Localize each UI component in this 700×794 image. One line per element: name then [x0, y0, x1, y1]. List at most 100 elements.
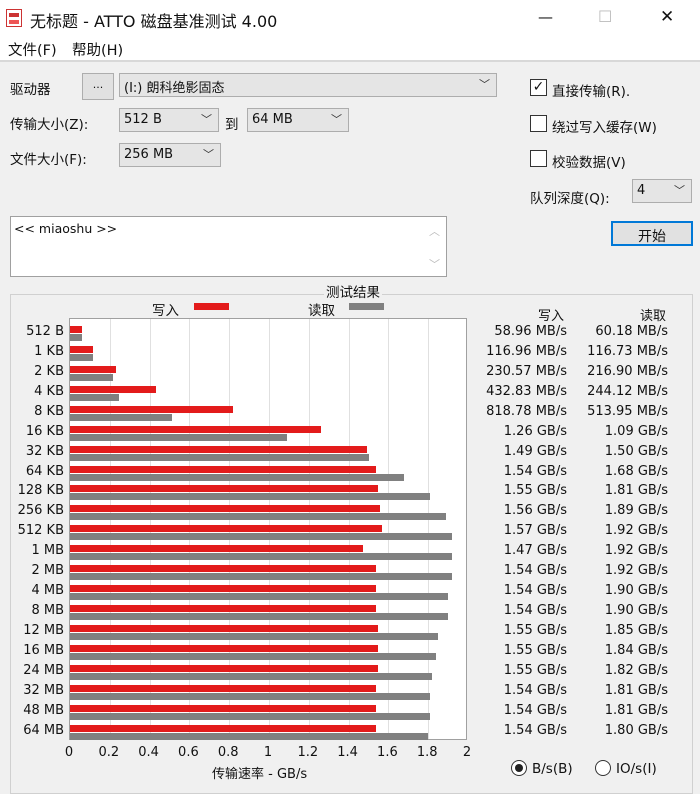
category-label: 12 MB [23, 622, 64, 638]
verify-checkbox[interactable] [530, 150, 547, 167]
write-bar [70, 326, 82, 333]
read-bar [70, 553, 453, 561]
read-bar [70, 473, 405, 481]
write-value: 818.78 MB/s [486, 403, 567, 419]
write-bar [70, 365, 116, 373]
write-bar [70, 605, 377, 613]
drive-value: (I:) 朗科绝影固态 [124, 81, 225, 96]
read-value: 1.90 GB/s [604, 583, 668, 599]
queue-depth-value: 4 [637, 183, 646, 198]
direct-io-label: 直接传输(R). [552, 84, 631, 100]
write-bar [70, 465, 377, 473]
write-bar [70, 664, 379, 672]
category-label: 4 MB [31, 583, 64, 599]
drive-label: 驱动器 [10, 82, 51, 98]
file-size-label: 文件大小(F): [10, 152, 87, 168]
read-value: 1.80 GB/s [604, 722, 668, 738]
write-value: 1.54 GB/s [503, 603, 567, 619]
read-bar [70, 533, 453, 541]
to-label: 到 [225, 117, 239, 133]
read-bar [70, 393, 119, 401]
verify-label: 校验数据(V) [552, 155, 626, 171]
category-label: 24 MB [23, 662, 64, 678]
read-value: 1.92 GB/s [604, 563, 668, 579]
read-value: 1.89 GB/s [604, 503, 668, 519]
checkmark-icon: ✓ [532, 79, 545, 95]
category-label: 1 KB [34, 343, 64, 359]
menu-file[interactable]: 文件(F) [8, 39, 57, 60]
chevron-down-icon: ﹀ [674, 184, 685, 197]
write-value: 1.47 GB/s [503, 543, 567, 559]
write-bar [70, 644, 379, 652]
write-value: 1.55 GB/s [503, 483, 567, 499]
browse-button[interactable]: ... [82, 73, 114, 100]
read-bar [70, 613, 449, 621]
minimize-button[interactable]: — [538, 8, 553, 26]
write-value: 1.55 GB/s [503, 662, 567, 678]
read-value: 1.68 GB/s [604, 463, 668, 479]
file-size-select[interactable]: 256 MB ﹀ [119, 143, 221, 167]
chevron-down-icon: ﹀ [201, 113, 212, 126]
io-per-second-label: IO/s(I) [616, 761, 657, 777]
transfer-from-value: 512 B [124, 112, 162, 127]
scroll-up-icon[interactable]: ︿ [429, 223, 440, 239]
write-bar [70, 405, 233, 413]
category-label: 16 KB [25, 423, 64, 439]
chart-plot-area [69, 318, 467, 740]
queue-depth-select[interactable]: 4 ﹀ [632, 179, 692, 203]
category-label: 8 MB [31, 603, 64, 619]
write-value: 1.55 GB/s [503, 622, 567, 638]
write-bar [70, 545, 363, 553]
direct-io-checkbox[interactable]: ✓ [530, 79, 547, 96]
category-label: 16 MB [23, 642, 64, 658]
read-bar [70, 573, 453, 581]
legend-write-swatch [194, 303, 229, 310]
transfer-to-select[interactable]: 64 MB ﹀ [247, 108, 349, 132]
read-value: 60.18 MB/s [595, 324, 668, 339]
x-tick-label: 1.6 [377, 745, 398, 760]
menu-help[interactable]: 帮助(H) [72, 39, 123, 60]
read-value: 1.81 GB/s [604, 483, 668, 499]
read-bar [70, 632, 439, 640]
x-tick-label: 0.4 [138, 745, 159, 760]
category-label: 128 KB [17, 483, 64, 499]
bytes-per-second-radio[interactable] [511, 760, 527, 776]
category-label: 1 MB [31, 543, 64, 559]
read-value: 513.95 MB/s [587, 403, 668, 419]
io-per-second-radio[interactable] [595, 760, 611, 776]
read-value: 1.81 GB/s [604, 702, 668, 718]
close-button[interactable]: ✕ [660, 7, 674, 27]
description-text: << miaoshu >> [14, 221, 118, 236]
scroll-down-icon[interactable]: ﹀ [429, 256, 440, 272]
read-value: 1.90 GB/s [604, 603, 668, 619]
x-axis-title: 传输速率 - GB/s [212, 767, 308, 782]
read-bar [70, 413, 173, 421]
write-value: 1.54 GB/s [503, 722, 567, 738]
category-label: 256 KB [17, 503, 64, 519]
title-bar: 无标题 - ATTO 磁盘基准测试 4.00 — ☐ ✕ [0, 0, 700, 37]
drive-select[interactable]: (I:) 朗科绝影固态 ﹀ [119, 73, 497, 97]
write-value: 1.55 GB/s [503, 642, 567, 658]
category-label: 64 MB [23, 722, 64, 738]
x-tick-label: 0.2 [98, 745, 120, 760]
category-label: 32 KB [25, 443, 64, 459]
description-textarea[interactable]: << miaoshu >> ︿ ﹀ [10, 216, 447, 277]
write-value: 1.49 GB/s [503, 443, 567, 459]
menu-bar: 文件(F) 帮助(H) [0, 37, 700, 62]
legend-read-label: 读取 [308, 303, 335, 319]
x-tick-label: 0 [64, 745, 74, 760]
read-bar [70, 732, 429, 740]
bypass-cache-checkbox[interactable] [530, 115, 547, 132]
write-value: 1.56 GB/s [503, 503, 567, 519]
transfer-to-value: 64 MB [252, 112, 293, 127]
write-bar [70, 585, 377, 593]
write-value: 116.96 MB/s [486, 343, 567, 359]
start-button[interactable]: 开始 [611, 221, 693, 246]
category-label: 48 MB [23, 702, 64, 718]
transfer-from-select[interactable]: 512 B ﹀ [119, 108, 219, 132]
write-bar [70, 385, 157, 393]
category-label: 512 B [26, 324, 64, 339]
maximize-button[interactable]: ☐ [598, 7, 612, 26]
category-label: 4 KB [34, 383, 64, 399]
chevron-down-icon: ﹀ [203, 148, 214, 161]
